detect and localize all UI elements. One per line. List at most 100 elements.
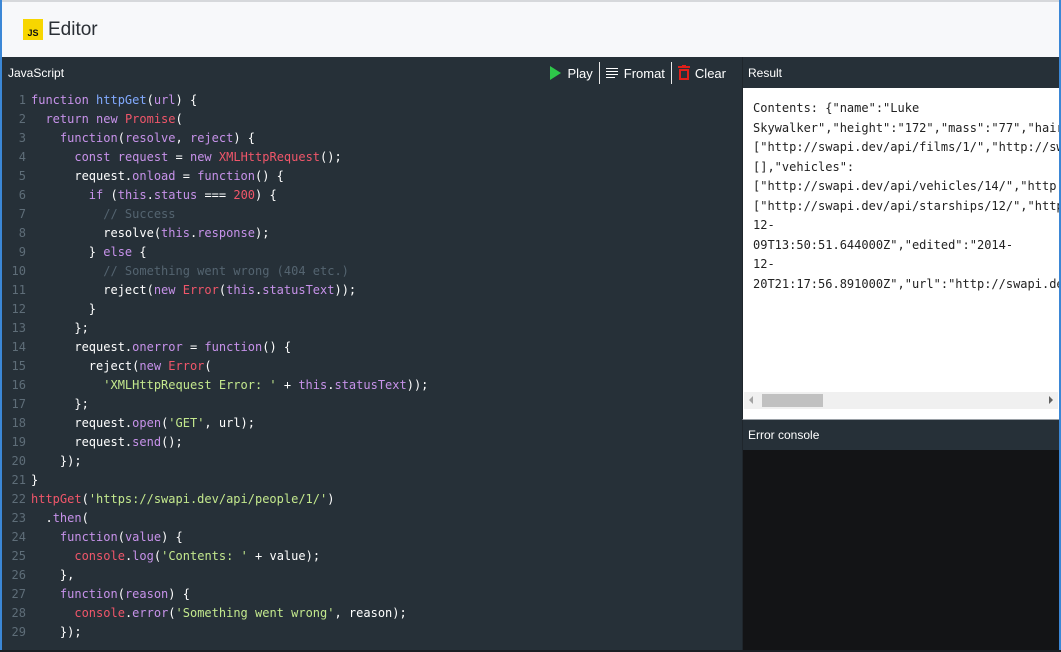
code-token: // Something went wrong (404 etc.)	[103, 264, 349, 278]
code-line: 28 console.error('Something went wrong',…	[2, 604, 742, 623]
line-number: 4	[18, 150, 26, 164]
line-number: 15	[11, 359, 26, 373]
code-token: status	[153, 188, 198, 202]
code-token: 200	[233, 188, 256, 202]
code-token: +	[276, 378, 299, 392]
code-token: response	[197, 226, 255, 240]
code-line: 18 request.open('GET', url);	[2, 414, 742, 433]
code-token: send	[132, 435, 162, 449]
code-text: });	[31, 623, 82, 642]
code-text: request.send();	[31, 433, 182, 452]
code-token: () {	[255, 169, 284, 183]
code-token: 'Contents: '	[161, 549, 248, 563]
error-console-header: Error console	[743, 420, 1059, 450]
line-number: 11	[11, 283, 26, 297]
code-text: function(value) {	[31, 528, 183, 547]
code-token: .	[146, 188, 154, 202]
trash-icon	[677, 65, 690, 80]
error-console-label: Error console	[748, 428, 820, 442]
code-token: =	[182, 340, 205, 354]
code-text: }	[31, 471, 38, 490]
code-token: )	[327, 492, 335, 506]
scroll-left-arrow-icon[interactable]	[749, 396, 753, 404]
line-number: 20	[11, 454, 26, 468]
line-number: 22	[11, 492, 26, 506]
code-token: then	[52, 511, 82, 525]
code-token: request.	[31, 340, 133, 354]
code-token: statusText	[262, 283, 335, 297]
code-token: new	[153, 283, 183, 297]
line-number: 14	[11, 340, 26, 354]
scrollbar-thumb[interactable]	[762, 394, 823, 407]
code-line: 16 'XMLHttpRequest Error: ' + this.statu…	[2, 376, 742, 395]
code-token: }	[31, 473, 39, 487]
line-number: 27	[11, 587, 26, 601]
code-token: (	[153, 549, 162, 563]
code-editor-label: JavaScript	[8, 65, 65, 80]
code-token: (	[204, 359, 212, 373]
code-token: },	[31, 568, 75, 582]
code-token: });	[31, 625, 82, 639]
code-token: statusText	[334, 378, 407, 392]
code-text: return new Promise(	[31, 110, 183, 129]
result-horizontal-scrollbar[interactable]	[744, 392, 1058, 409]
code-token: + value);	[247, 549, 321, 563]
code-text: } else {	[31, 243, 147, 262]
code-line: 5 request.onload = function() {	[2, 167, 742, 186]
line-number: 3	[18, 131, 26, 145]
code-token: 'XMLHttpRequest Error: '	[103, 378, 277, 392]
result-pane: Result Contents: {"name":"Luke Skywalker"…	[742, 57, 1059, 419]
result-line: Skywalker","height":"172","mass":"77","h…	[753, 120, 1059, 135]
code-token: request.	[31, 169, 133, 183]
code-text: // Something went wrong (404 etc.)	[31, 262, 349, 281]
scroll-right-arrow-icon[interactable]	[1049, 396, 1053, 404]
code-text: httpGet('https://swapi.dev/api/people/1/…	[31, 490, 334, 509]
code-token: =	[175, 169, 198, 183]
code-line: 11 reject(new Error(this.statusText));	[2, 281, 742, 300]
code-line: 10 // Something went wrong (404 etc.)	[2, 262, 742, 281]
code-text: console.error('Something went wrong', re…	[31, 604, 406, 623]
code-token: });	[31, 454, 82, 468]
line-number: 29	[11, 625, 26, 639]
code-text: 'XMLHttpRequest Error: ' + this.statusTe…	[31, 376, 428, 395]
code-token: Promise	[124, 112, 176, 126]
code-text: function(resolve, reject) {	[31, 129, 255, 148]
code-token: function	[31, 93, 97, 107]
line-number: 26	[11, 568, 26, 582]
code-token: return new	[45, 112, 125, 126]
result-output: Contents: {"name":"Luke Skywalker","heigh…	[743, 88, 1059, 392]
code-token: request	[117, 150, 169, 164]
code-line: 15 reject(new Error(	[2, 357, 742, 376]
code-token: 'GET'	[168, 416, 205, 430]
format-button[interactable]: Fromat	[600, 66, 671, 81]
code-token: function	[59, 131, 118, 145]
clear-button[interactable]: Clear	[672, 65, 732, 81]
error-console-pane: Error console	[742, 419, 1059, 650]
code-editor-textarea[interactable]: 1 function httpGet(url) {2 return new Pro…	[2, 88, 742, 642]
code-token: new	[139, 359, 169, 373]
code-token: (	[110, 188, 118, 202]
line-number: 13	[11, 321, 26, 335]
code-token: (	[81, 511, 89, 525]
code-line: 7 // Success	[2, 205, 742, 224]
code-token: this	[161, 226, 190, 240]
play-button[interactable]: Play	[544, 66, 598, 81]
code-line: 19 request.send();	[2, 433, 742, 452]
play-icon	[550, 66, 562, 80]
code-token: (	[117, 131, 125, 145]
code-token: (	[175, 112, 183, 126]
result-line: ["http://swapi.dev/api/films/1/","http:/…	[753, 140, 1059, 154]
line-number: 19	[11, 435, 26, 449]
code-token: reject(	[31, 359, 140, 373]
code-token: if	[88, 188, 111, 202]
code-token: ) {	[175, 93, 198, 107]
code-text: request.onload = function() {	[31, 167, 284, 186]
code-line: 17 };	[2, 395, 742, 414]
line-number: 2	[18, 112, 26, 126]
